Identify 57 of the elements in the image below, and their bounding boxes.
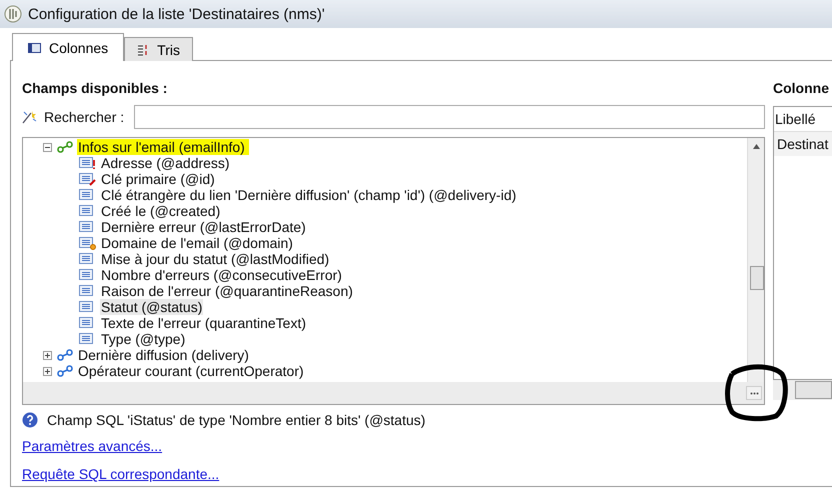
search-label: Rechercher : <box>44 109 124 125</box>
field-icon <box>79 332 96 346</box>
field-icon <box>79 316 96 330</box>
tree-item[interactable]: Domaine de l'email (@domain) <box>100 235 294 251</box>
expander-icon[interactable] <box>43 366 53 376</box>
scroll-up-arrow-icon[interactable] <box>752 144 760 149</box>
link[interactable]: Requête SQL correspondante... <box>22 466 220 482</box>
section-heading: Colonne <box>773 80 830 98</box>
tree-item[interactable]: Mise à jour du statut (@lastModified) <box>100 251 330 267</box>
tree-item[interactable]: Statut (@status) <box>100 299 204 315</box>
table-cell: Destinat <box>777 136 828 152</box>
link-icon <box>57 349 73 361</box>
field-icon <box>79 156 96 170</box>
field-icon <box>79 268 96 282</box>
link-icon <box>57 141 73 153</box>
field-icon <box>79 220 96 234</box>
expander-icon[interactable] <box>43 142 53 152</box>
tree-item[interactable]: Dernière diffusion (delivery) <box>77 347 250 363</box>
vertical-scrollbar[interactable] <box>747 138 764 382</box>
scroll-thumb[interactable] <box>750 266 764 290</box>
field-icon <box>79 188 96 202</box>
link[interactable]: Paramètres avancés... <box>22 438 162 454</box>
tree-item[interactable]: Clé primaire (@id) <box>100 171 216 187</box>
tree-item[interactable]: Nombre d'erreurs (@consecutiveError) <box>100 267 343 283</box>
tree-item[interactable]: Raison de l'erreur (@quarantineReason) <box>100 283 354 299</box>
horizontal-scrollbar[interactable] <box>773 380 832 400</box>
info-text: Champ SQL 'iStatus' de type 'Nombre entier 8 bits' (@status) <box>47 412 426 428</box>
tree-item[interactable]: Texte de l'erreur (quarantineText) <box>100 315 307 331</box>
tree-item[interactable]: Infos sur l'email (emailInfo) <box>77 139 249 155</box>
field-icon <box>79 300 96 314</box>
link-icon <box>57 365 73 377</box>
window-title: Configuration de la liste 'Destinataires (nms)' <box>28 6 325 22</box>
tree-item[interactable]: Adresse (@address) <box>100 155 231 171</box>
tree-item[interactable]: Créé le (@created) <box>100 203 222 219</box>
wand-icon <box>22 110 38 124</box>
field-icon <box>79 252 96 266</box>
field-icon <box>79 204 96 218</box>
section-heading: Champs disponibles : <box>22 80 168 98</box>
field-icon <box>79 284 96 298</box>
scroll-thumb[interactable] <box>795 381 832 399</box>
field-icon <box>79 172 96 186</box>
sort-icon <box>137 44 150 56</box>
ellipsis-icon <box>750 392 758 394</box>
help-icon <box>22 412 38 428</box>
expander-icon[interactable] <box>43 350 53 360</box>
tab[interactable]: Colonnes <box>12 33 124 61</box>
more-options-button[interactable] <box>746 386 762 400</box>
columns-icon <box>28 42 41 52</box>
search-field[interactable] <box>134 105 765 129</box>
column-header[interactable]: Libellé <box>775 111 816 127</box>
app-logo-icon <box>4 5 22 23</box>
tab[interactable]: Tris <box>124 37 193 61</box>
tree-item[interactable]: Type (@type) <box>100 331 186 347</box>
tree-item[interactable]: Opérateur courant (currentOperator) <box>77 363 305 379</box>
tree-item[interactable]: Dernière erreur (@lastErrorDate) <box>100 219 307 235</box>
field-icon <box>79 236 96 250</box>
tree-item[interactable]: Clé étrangère du lien 'Dernière diffusion' (champ 'id') (@delivery-id) <box>100 187 518 203</box>
